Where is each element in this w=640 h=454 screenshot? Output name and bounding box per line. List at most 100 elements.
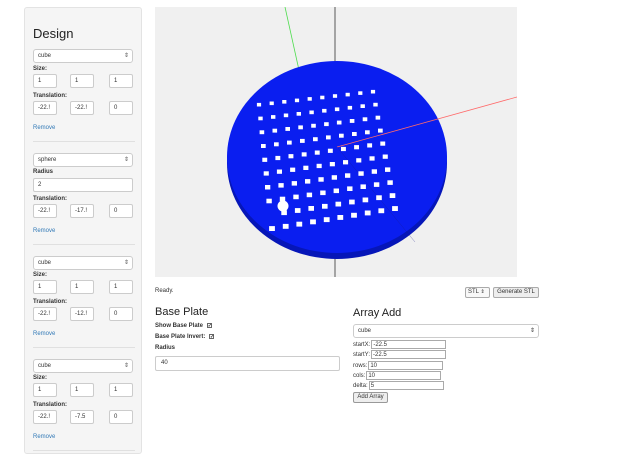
- cube-hole: [369, 156, 375, 161]
- format-select[interactable]: STL ⇕: [465, 287, 490, 298]
- translation-z-input[interactable]: 0: [109, 204, 133, 218]
- cube-hole: [259, 130, 265, 135]
- translation-y-input[interactable]: -17.!: [70, 204, 94, 218]
- shape-type-select[interactable]: cube ⇕: [33, 49, 133, 63]
- translation-label: Translation:: [33, 299, 68, 305]
- size-y-input[interactable]: 1: [70, 280, 94, 294]
- translation-z-input[interactable]: 0: [109, 101, 133, 115]
- cube-hole: [310, 219, 316, 225]
- remove-link[interactable]: Remove: [33, 228, 55, 234]
- sidebar-title: Design: [33, 26, 74, 41]
- size-label: Size:: [33, 272, 48, 278]
- cube-hole: [370, 89, 376, 94]
- cube-hole: [339, 133, 344, 138]
- starty-input[interactable]: -22.5: [371, 350, 447, 359]
- cube-hole: [285, 127, 290, 131]
- shape-type-value: cube: [38, 53, 52, 59]
- size-x-input[interactable]: 1: [33, 280, 57, 294]
- cube-hole: [354, 145, 359, 150]
- 3d-viewport[interactable]: [155, 7, 517, 277]
- cube-hole: [367, 143, 373, 148]
- translation-y-input[interactable]: -7.5: [70, 410, 94, 424]
- startx-input[interactable]: -22.5: [371, 340, 447, 349]
- base-plate-radius-input[interactable]: 40: [155, 356, 340, 371]
- cube-hole: [349, 119, 355, 123]
- translation-x-input[interactable]: -22.!: [33, 307, 57, 321]
- size-x-input[interactable]: 1: [33, 383, 57, 397]
- translation-y-input[interactable]: -12.!: [70, 307, 94, 321]
- starty-label: startY:: [353, 352, 371, 358]
- shape-type-select[interactable]: cube ⇕: [33, 359, 133, 373]
- base-plate-invert-row: Base Plate Invert: ✓: [155, 334, 214, 340]
- cube-hole: [278, 183, 284, 188]
- size-z-input[interactable]: 1: [109, 280, 133, 294]
- cube-hole: [272, 128, 278, 133]
- cube-hole: [300, 138, 305, 143]
- cube-hole: [336, 120, 342, 125]
- size-y-input[interactable]: 1: [70, 74, 94, 88]
- cube-hole: [334, 107, 340, 112]
- cube-hole: [392, 206, 398, 211]
- scene-canvas[interactable]: [155, 7, 517, 277]
- generate-stl-button[interactable]: Generate STL: [493, 287, 539, 298]
- add-array-button[interactable]: Add Array: [353, 392, 388, 403]
- cube-hole: [294, 98, 300, 103]
- cube-hole: [303, 165, 309, 170]
- translation-x-input[interactable]: -22.!: [33, 101, 57, 115]
- size-y-input[interactable]: 1: [70, 383, 94, 397]
- size-z-input[interactable]: 1: [109, 383, 133, 397]
- array-shape-select[interactable]: cube ⇕: [353, 324, 539, 338]
- cube-hole: [258, 116, 263, 121]
- translation-y-input[interactable]: -22.!: [70, 101, 94, 115]
- cube-hole: [306, 192, 313, 198]
- shape-type-value: cube: [38, 363, 52, 369]
- translation-x-input[interactable]: -22.!: [33, 204, 57, 218]
- cols-input[interactable]: 10: [366, 371, 442, 380]
- show-base-plate-row: Show Base Plate ✓: [155, 323, 212, 329]
- cube-hole: [362, 197, 369, 203]
- cube-hole: [343, 160, 349, 165]
- size-z-input[interactable]: 1: [109, 74, 133, 88]
- select-arrows-icon: ⇕: [480, 289, 485, 295]
- translation-label: Translation:: [33, 196, 68, 202]
- translation-z-input[interactable]: 0: [109, 410, 133, 424]
- remove-link[interactable]: Remove: [33, 125, 55, 131]
- cube-hole: [335, 201, 342, 207]
- cube-hole: [373, 102, 378, 107]
- select-arrows-icon: ⇕: [123, 157, 129, 163]
- cube-hole: [313, 137, 318, 142]
- rows-row: rows: 10: [353, 361, 444, 371]
- radius-input[interactable]: 2: [33, 178, 133, 192]
- cube-hole: [347, 186, 353, 191]
- show-base-plate-checkbox[interactable]: ✓: [206, 323, 212, 329]
- cube-hole: [382, 154, 388, 159]
- cube-hole: [298, 125, 303, 130]
- delta-input[interactable]: 5: [368, 381, 444, 390]
- cube-hole: [262, 157, 268, 162]
- rows-input[interactable]: 10: [368, 361, 444, 370]
- cube-hole: [327, 148, 333, 153]
- size-x-input[interactable]: 1: [33, 74, 57, 88]
- select-arrows-icon: ⇕: [123, 260, 129, 266]
- shape-type-select[interactable]: sphere ⇕: [33, 153, 133, 167]
- base-plate-invert-label: Base Plate Invert:: [155, 334, 206, 341]
- cube-hole: [332, 94, 338, 98]
- sphere-hole: [277, 200, 289, 212]
- format-value: STL: [468, 289, 479, 295]
- cube-hole: [380, 141, 386, 146]
- delta-row: delta: 5: [353, 381, 444, 391]
- status-text: Ready.: [155, 288, 174, 294]
- cube-hole: [322, 203, 328, 209]
- translation-x-input[interactable]: -22.!: [33, 410, 57, 424]
- remove-link[interactable]: Remove: [33, 331, 55, 337]
- cube-hole: [294, 208, 301, 213]
- remove-link[interactable]: Remove: [33, 434, 55, 440]
- cube-hole: [282, 223, 289, 229]
- cube-hole: [326, 135, 331, 140]
- base-plate-invert-checkbox[interactable]: ✓: [209, 334, 214, 340]
- cube-hole: [360, 104, 365, 108]
- translation-z-input[interactable]: 0: [109, 307, 133, 321]
- shape-type-select[interactable]: cube ⇕: [33, 256, 133, 270]
- cube-hole: [364, 210, 371, 216]
- base-plate: [227, 61, 447, 253]
